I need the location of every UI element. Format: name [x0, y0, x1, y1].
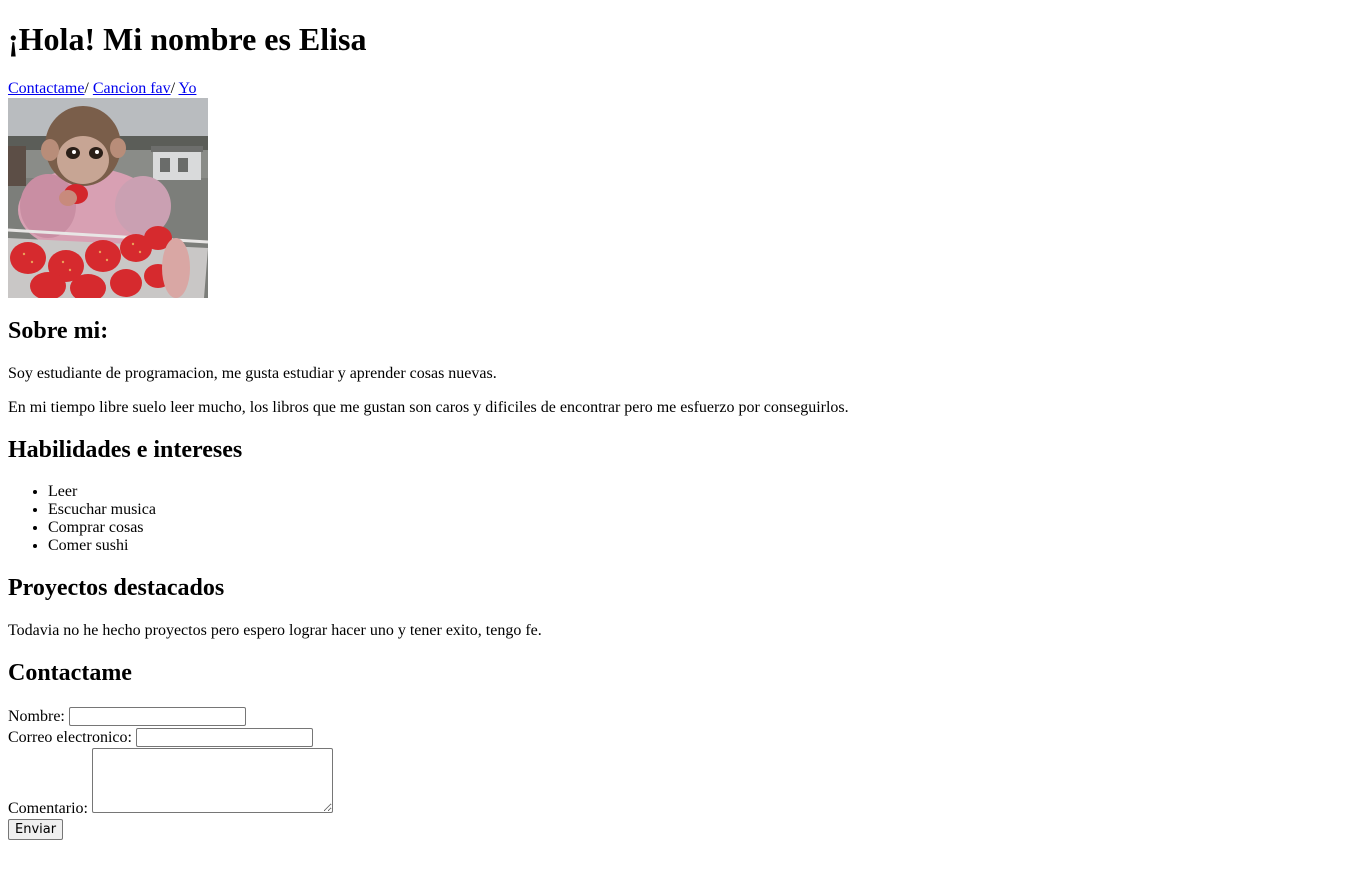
profile-photo: [8, 98, 208, 298]
comment-label: Comentario:: [8, 800, 88, 817]
nav-link-yo[interactable]: Yo: [178, 80, 196, 97]
name-field[interactable]: [68, 707, 246, 726]
email-field[interactable]: [135, 728, 313, 747]
about-paragraph: Soy estudiante de programacion, me gusta…: [8, 365, 497, 382]
list-item: Comprar cosas: [48, 519, 1358, 537]
about-heading: Sobre mi:: [8, 318, 109, 344]
projects-heading: Proyectos destacados: [8, 575, 225, 601]
nav-link-contactame[interactable]: Contactame: [8, 80, 84, 97]
email-row: Correo electronico:: [8, 727, 1358, 748]
nav-links: Contactame/ Cancion fav/ Yo: [8, 79, 1358, 98]
name-row: Nombre:: [8, 706, 1358, 727]
skills-heading: Habilidades e intereses: [8, 437, 243, 463]
comment-row: Comentario:: [8, 748, 1358, 819]
nav-link-cancion-fav[interactable]: Cancion fav: [93, 80, 171, 97]
page-title: ¡Hola! Mi nombre es Elisa: [8, 21, 367, 57]
list-item: Leer: [48, 483, 1358, 501]
email-label: Correo electronico:: [8, 729, 132, 746]
contact-heading: Contactame: [8, 660, 132, 686]
page: ¡Hola! Mi nombre es Elisa Contactame/ Ca…: [0, 21, 1366, 840]
submit-button[interactable]: Enviar: [8, 819, 64, 840]
name-label: Nombre:: [8, 708, 65, 725]
list-item: Escuchar musica: [48, 501, 1358, 519]
contact-form: Nombre: Correo electronico: Comentario: …: [8, 706, 1358, 840]
projects-text: Todavia no he hecho proyectos pero esper…: [8, 622, 542, 639]
list-item: Comer sushi: [48, 537, 1358, 555]
nav-separator: /: [84, 80, 93, 97]
skills-list: Leer Escuchar musica Comprar cosas Comer…: [8, 483, 1358, 555]
about-paragraph: En mi tiempo libre suelo leer mucho, los…: [8, 399, 849, 416]
comment-field[interactable]: [91, 748, 333, 813]
